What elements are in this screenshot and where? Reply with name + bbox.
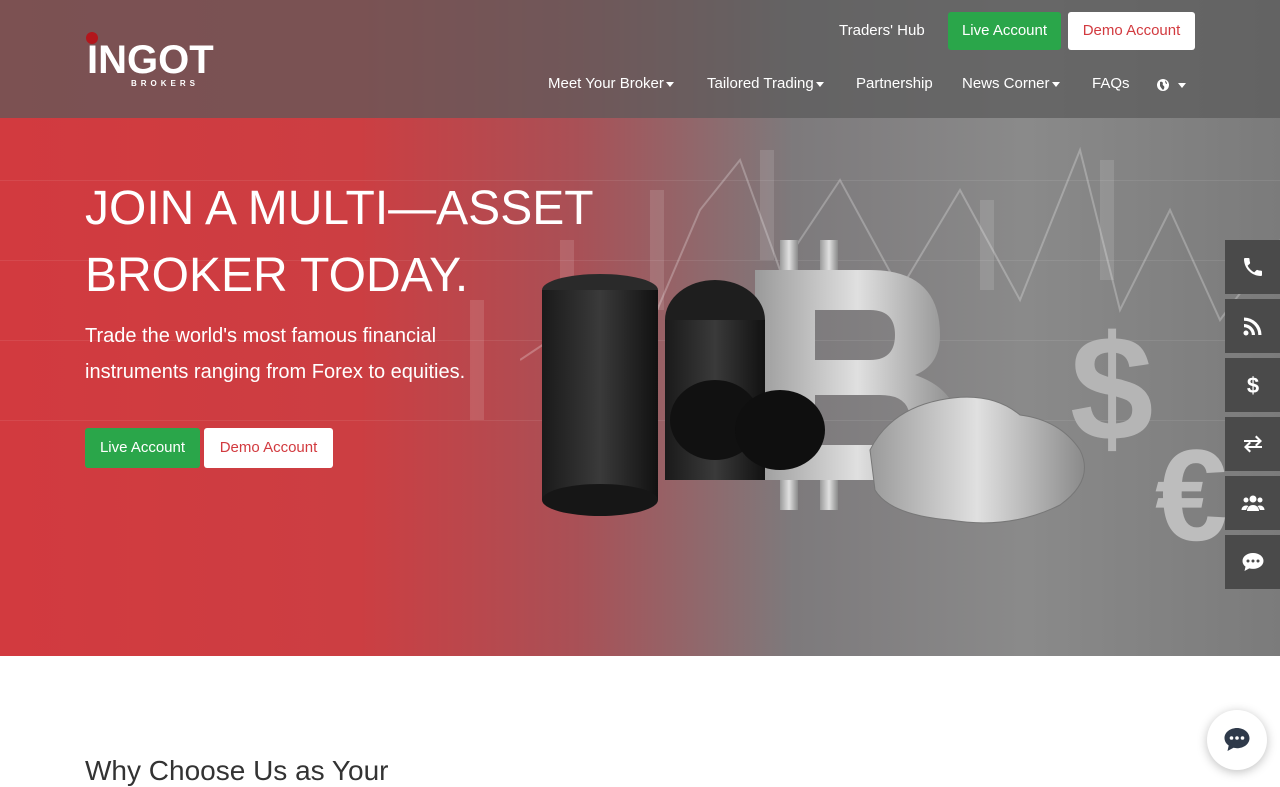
users-icon [1241, 495, 1264, 511]
dollar-icon: $ [1246, 373, 1258, 397]
nav-partnership[interactable]: Partnership [856, 75, 933, 95]
nav-label: FAQs [1092, 75, 1130, 92]
language-selector[interactable] [1156, 76, 1186, 96]
rss-icon [1243, 317, 1261, 336]
traders-hub-link[interactable]: Traders' Hub [839, 22, 925, 39]
hero-headline-line2: BROKER TODAY. [85, 249, 469, 302]
silver-nugget [869, 396, 1085, 524]
hero-subheadline: Trade the world's most famous financial … [85, 318, 515, 390]
nav-label: Partnership [856, 75, 933, 92]
commodities-illustration: $ € [542, 240, 1227, 568]
nav-meet-your-broker[interactable]: Meet Your Broker [548, 75, 674, 95]
why-choose-us-heading: Why Choose Us as Your [85, 755, 389, 786]
header-live-account-button[interactable]: Live Account [948, 12, 1061, 50]
nav-label: Tailored Trading [707, 75, 814, 92]
dock-chat-button[interactable] [1225, 535, 1280, 589]
svg-text:$: $ [1246, 373, 1258, 397]
exchange-icon [1243, 435, 1262, 453]
dock-users-button[interactable] [1225, 476, 1280, 530]
hero-headline-line1: JOIN A MULTI—ASSET [85, 182, 594, 235]
hero-subheadline-line2: instruments ranging from Forex to equiti… [85, 361, 466, 383]
nav-news-corner[interactable]: News Corner [962, 75, 1060, 95]
site-header: INGOT BROKERS Traders' Hub Live Account … [0, 0, 1280, 118]
live-chat-launcher[interactable] [1207, 710, 1267, 770]
dock-rss-button[interactable] [1225, 299, 1280, 353]
hero-headline: JOIN A MULTI—ASSET BROKER TODAY. [85, 175, 594, 309]
hero-demo-account-button[interactable]: Demo Account [204, 428, 333, 468]
dock-exchange-button[interactable] [1225, 417, 1280, 471]
hero-banner: $ € JOIN A MULTI—ASSET BROKER TODAY. Tra… [0, 0, 1280, 656]
hero-live-account-button[interactable]: Live Account [85, 428, 200, 468]
globe-icon [1157, 79, 1169, 92]
phone-icon [1243, 258, 1262, 276]
nav-tailored-trading[interactable]: Tailored Trading [707, 75, 824, 95]
nav-label: Meet Your Broker [548, 75, 664, 92]
dock-phone-button[interactable] [1225, 240, 1280, 294]
chevron-down-icon [1178, 82, 1186, 88]
logo-wordmark: INGOT [87, 38, 214, 82]
chat-bubble-icon [1224, 728, 1250, 751]
hero-subheadline-line1: Trade the world's most famous financial [85, 325, 437, 347]
logo-tagline: BROKERS [131, 79, 200, 88]
nav-label: News Corner [962, 75, 1050, 92]
chevron-down-icon [665, 81, 674, 87]
euro-symbol-graphic: € [1155, 422, 1227, 568]
chevron-down-icon [1051, 81, 1060, 87]
ingot-logo[interactable]: INGOT BROKERS [85, 30, 217, 90]
dollar-symbol-graphic: $ [1070, 304, 1153, 472]
chevron-down-icon [815, 81, 824, 87]
header-demo-account-button[interactable]: Demo Account [1068, 12, 1195, 50]
chat-icon [1242, 553, 1263, 571]
dock-dollar-button[interactable]: $ [1225, 358, 1280, 412]
nav-faqs[interactable]: FAQs [1092, 75, 1130, 95]
